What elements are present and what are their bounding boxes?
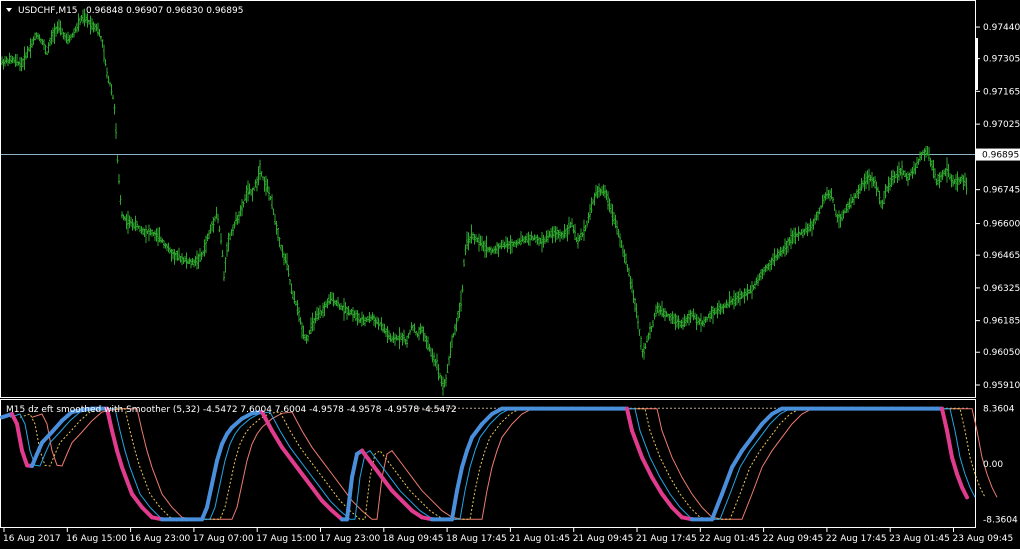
osc-main-segment (110, 428, 119, 453)
osc-main-segment (730, 448, 744, 470)
price-axis: 0.97440 0.97305 0.97165 0.97025 0.96745 0.966… (976, 23, 1020, 391)
price-tick-label: 0.96185 (983, 317, 1020, 327)
osc-main-segment (270, 428, 284, 450)
time-tick-label: 16 Aug 2017 (3, 534, 61, 544)
osc-main-segment (345, 475, 354, 522)
osc-main-segment (15, 422, 24, 453)
osc-main-segment (350, 452, 359, 480)
osc-main-segment (950, 455, 959, 476)
osc-slow-line (31, 408, 998, 520)
osc-main-segment (670, 505, 684, 520)
triangle-down-icon[interactable] (6, 8, 12, 12)
time-tick-label: 22 Aug 17:45 (826, 534, 887, 544)
time-tick-label: 16 Aug 23:00 (130, 534, 191, 544)
osc-main-segment (310, 485, 324, 503)
price-tick-label: 0.97440 (983, 23, 1020, 33)
osc-main-segment (945, 428, 954, 460)
price-tick-label: 0.96465 (983, 251, 1020, 261)
osc-main-segment (20, 448, 29, 468)
price-tick-label: 0.96325 (983, 284, 1020, 294)
osc-main-segment (140, 505, 154, 520)
time-tick-label: 17 Aug 07:00 (193, 534, 254, 544)
price-tick-label: 0.96745 (983, 186, 1020, 196)
osc-main-segment (215, 442, 224, 463)
osc-main-segment (205, 482, 214, 510)
time-tick-label: 18 Aug 17:45 (446, 534, 507, 544)
oscillator-axis: 8.3604 0.00 -8.3604 (983, 404, 1018, 525)
osc-main-segment (450, 488, 459, 522)
time-tick-label: 22 Aug 01:45 (699, 534, 760, 544)
osc-tick-label: 0.00 (983, 460, 1003, 470)
osc-main-segment (740, 435, 754, 453)
time-tick-label: 16 Aug 15:00 (66, 534, 127, 544)
time-tick-label: 21 Aug 09:45 (573, 534, 634, 544)
time-tick-label: 23 Aug 09:45 (953, 534, 1014, 544)
osc-main-segment (940, 406, 949, 433)
time-tick-label: 22 Aug 09:45 (763, 534, 824, 544)
osc-main-segment (640, 455, 654, 480)
osc-main-segment (320, 498, 334, 513)
osc-main-segment (955, 472, 964, 490)
chart-canvas[interactable]: 0.97440 0.97305 0.97165 0.97025 0.96745 0.966… (0, 0, 1020, 549)
chart-window[interactable]: 0.97440 0.97305 0.97165 0.97025 0.96745 0.966… (0, 0, 1020, 549)
osc-main-segment (650, 475, 664, 496)
main-panel-frame (0, 0, 976, 398)
time-tick-label: 21 Aug 17:45 (636, 534, 697, 544)
osc-main-segment (400, 498, 414, 513)
price-tick-label: 0.97305 (983, 55, 1020, 65)
osc-main-segment (50, 418, 64, 434)
osc-main-segment (300, 472, 314, 490)
osc-main-segment (125, 478, 134, 496)
ohlc-values: 0.96848 0.96907 0.96830 0.96895 (86, 6, 243, 16)
osc-tick-label: -8.3604 (983, 516, 1018, 526)
osc-main-segment (960, 485, 969, 500)
price-tick-label: 0.95910 (983, 381, 1020, 391)
osc-main-segment (290, 458, 304, 476)
osc-main-segment (750, 422, 764, 440)
osc-main-segment (390, 488, 404, 503)
osc-main-segment (120, 465, 129, 483)
osc-dotted-line (19, 408, 986, 520)
osc-main-segment (370, 462, 384, 480)
osc-main-segment (470, 422, 484, 440)
price-tick-label: 0.97025 (983, 120, 1020, 130)
osc-main-segment (630, 428, 644, 460)
price-tick-label: 0.96600 (983, 220, 1020, 230)
time-tick-label: 17 Aug 23:00 (320, 534, 381, 544)
osc-main-segment (455, 465, 464, 493)
time-tick-label: 18 Aug 09:45 (383, 534, 444, 544)
oscillator-plot[interactable] (0, 406, 998, 522)
symbol-label: USDCHF,M15 (18, 6, 78, 16)
time-tick-label: 23 Aug 01:45 (889, 534, 950, 544)
osc-main-segment (710, 492, 724, 522)
osc-main-segment (720, 465, 734, 496)
price-tick-label: 0.96050 (983, 348, 1020, 358)
osc-main-segment (130, 492, 144, 510)
time-axis: 16 Aug 2017 16 Aug 15:00 16 Aug 23:00 17 Au… (3, 528, 1013, 544)
indicator-label: M15 dz eft smoothed with Smoother (5,32)… (6, 405, 457, 415)
osc-main-segment (380, 475, 394, 493)
current-price-label: 0.96895 (982, 151, 1019, 161)
price-plot[interactable] (1, 8, 975, 396)
osc-main-segment (760, 412, 774, 426)
osc-main-segment (660, 492, 674, 510)
time-tick-label: 17 Aug 15:00 (256, 534, 317, 544)
osc-main-segment (460, 448, 469, 470)
osc-main-segment (625, 406, 634, 433)
osc-main-segment (480, 412, 494, 426)
price-scale-handle[interactable] (976, 38, 978, 90)
price-tick-label: 0.97165 (983, 87, 1020, 97)
osc-main-segment (280, 445, 294, 463)
osc-tick-label: 8.3604 (983, 404, 1015, 414)
time-tick-label: 21 Aug 01:45 (509, 534, 570, 544)
osc-main-segment (465, 435, 474, 453)
osc-main-segment (210, 458, 219, 486)
osc-main-segment (115, 448, 124, 470)
